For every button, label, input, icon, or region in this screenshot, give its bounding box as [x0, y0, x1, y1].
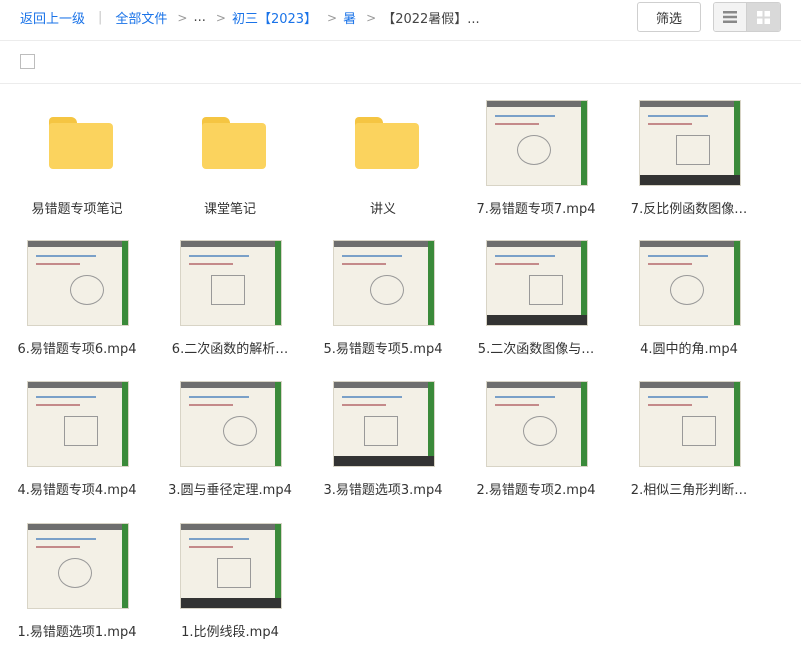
file-name: 7.反比例函数图像… [630, 202, 748, 217]
video-frame-icon [486, 100, 588, 186]
list-icon [723, 11, 737, 23]
video-frame-icon [639, 100, 741, 186]
video-thumbnail [27, 240, 129, 326]
file-name: 3.圆与垂径定理.mp4 [168, 483, 292, 498]
file-name: 5.易错题专项5.mp4 [323, 342, 443, 357]
back-link[interactable]: 返回上一级 [20, 8, 85, 27]
file-name: 7.易错题专项7.mp4 [476, 202, 596, 217]
video-item[interactable]: 2.易错题专项2.mp4 [461, 381, 611, 511]
video-frame-icon [639, 240, 741, 326]
file-name: 3.易错题选项3.mp4 [323, 483, 443, 498]
file-name: 2.易错题专项2.mp4 [476, 483, 596, 498]
folder-item[interactable]: 讲义 [308, 100, 458, 230]
file-name: 易错题专项笔记 [31, 202, 123, 217]
video-thumbnail [180, 240, 282, 326]
video-thumbnail [486, 240, 588, 326]
video-frame-icon [333, 381, 435, 467]
folder-item[interactable]: 易错题专项笔记 [2, 100, 152, 230]
video-frame-icon [333, 240, 435, 326]
all-files-link[interactable]: 全部文件 [115, 8, 167, 27]
video-frame-icon [486, 381, 588, 467]
video-frame-icon [486, 240, 588, 326]
breadcrumb-item-summer[interactable]: 暑 [343, 8, 356, 27]
video-frame-icon [639, 381, 741, 467]
file-name: 4.圆中的角.mp4 [640, 342, 738, 357]
video-item[interactable]: 3.圆与垂径定理.mp4 [155, 381, 305, 511]
video-thumbnail [27, 523, 129, 609]
folder-item[interactable]: 课堂笔记 [155, 100, 305, 230]
video-item[interactable]: 7.易错题专项7.mp4 [461, 100, 611, 230]
video-thumbnail [486, 381, 588, 467]
video-item[interactable]: 5.二次函数图像与… [461, 240, 611, 370]
view-toggle [713, 2, 781, 32]
file-name: 1.易错题选项1.mp4 [17, 625, 137, 640]
video-thumbnail [333, 240, 435, 326]
folder-thumbnail [27, 100, 129, 186]
folder-thumbnail [180, 100, 282, 186]
file-name: 6.二次函数的解析… [171, 342, 289, 357]
video-thumbnail [486, 100, 588, 186]
video-item[interactable]: 6.二次函数的解析… [155, 240, 305, 370]
toolbar: 返回上一级 | 全部文件 > ... > 初三【2023】 > 暑 > 【202… [0, 0, 801, 36]
folder-icon [202, 117, 266, 169]
file-name: 5.二次函数图像与… [477, 342, 595, 357]
video-thumbnail [333, 381, 435, 467]
video-item[interactable]: 5.易错题专项5.mp4 [308, 240, 458, 370]
file-name: 讲义 [369, 202, 396, 217]
video-item[interactable]: 3.易错题选项3.mp4 [308, 381, 458, 511]
chevron-right-icon: > [366, 10, 377, 25]
select-all-row [0, 41, 801, 83]
video-frame-icon [180, 240, 282, 326]
file-name: 4.易错题专项4.mp4 [17, 483, 137, 498]
folder-icon [355, 117, 419, 169]
select-all-checkbox[interactable] [20, 54, 35, 69]
file-name: 1.比例线段.mp4 [181, 625, 279, 640]
video-item[interactable]: 4.易错题专项4.mp4 [2, 381, 152, 511]
grid-view-button[interactable] [747, 3, 780, 31]
separator: | [98, 10, 103, 25]
chevron-right-icon: > [177, 10, 188, 25]
chevron-right-icon: > [327, 10, 338, 25]
folder-icon [49, 117, 113, 169]
breadcrumb-ellipsis[interactable]: ... [193, 10, 205, 25]
video-frame-icon [27, 523, 129, 609]
video-thumbnail [27, 381, 129, 467]
file-name: 6.易错题专项6.mp4 [17, 342, 137, 357]
folder-thumbnail [333, 100, 435, 186]
grid-icon [757, 10, 770, 24]
video-item[interactable]: 2.相似三角形判断… [614, 381, 764, 511]
video-thumbnail [180, 523, 282, 609]
video-thumbnail [639, 381, 741, 467]
video-item[interactable]: 4.圆中的角.mp4 [614, 240, 764, 370]
list-view-button[interactable] [714, 3, 747, 31]
filter-button[interactable]: 筛选 [637, 2, 701, 32]
breadcrumb: 返回上一级 | 全部文件 > ... > 初三【2023】 > 暑 > 【202… [20, 8, 480, 27]
video-thumbnail [639, 240, 741, 326]
file-name: 课堂笔记 [203, 202, 256, 217]
breadcrumb-item-grade[interactable]: 初三【2023】 [232, 8, 317, 27]
video-frame-icon [180, 523, 282, 609]
video-thumbnail [180, 381, 282, 467]
video-item[interactable]: 6.易错题专项6.mp4 [2, 240, 152, 370]
divider [0, 83, 801, 84]
video-item[interactable]: 7.反比例函数图像… [614, 100, 764, 230]
breadcrumb-item-current: 【2022暑假】... [382, 12, 480, 27]
video-frame-icon [27, 240, 129, 326]
file-name: 2.相似三角形判断… [630, 483, 748, 498]
video-frame-icon [27, 381, 129, 467]
video-thumbnail [639, 100, 741, 186]
video-frame-icon [180, 381, 282, 467]
chevron-right-icon: > [215, 10, 226, 25]
